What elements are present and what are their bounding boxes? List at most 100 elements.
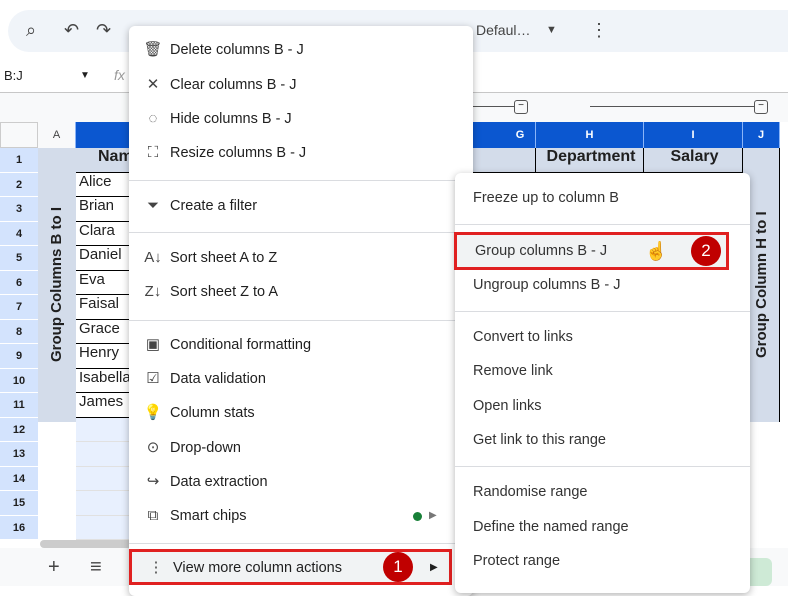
menu-item-label: Smart chips [170,508,247,524]
column-header-i[interactable]: I [644,122,743,148]
menu-item-delete-columns-b-j[interactable]: 🗑 Delete columns B - J [129,34,473,66]
column-header-g[interactable]: G [505,122,536,148]
row-header[interactable]: 1 [0,148,38,173]
menu-divider [129,180,473,181]
menu-item-drop-down[interactable]: ⊙ Drop-down [129,432,473,464]
all-sheets-button[interactable]: ≡ [90,556,102,579]
menu-item-smart-chips[interactable]: ⧉ Smart chips ▶ [129,500,473,532]
submenu-item-define-the-named-range[interactable]: Define the named range [455,511,750,543]
row-header[interactable]: 12 [0,417,38,442]
menu-item-column-stats[interactable]: 💡 Column stats [129,397,473,429]
collapse-group-button[interactable]: − [754,100,768,114]
row-header[interactable]: 8 [0,319,38,344]
menu-icon: ⊙ [146,439,160,456]
menu-item-sort-sheet-z-to-a[interactable]: Z↓ Sort sheet Z to A [129,276,473,308]
menu-item-label: View more column actions [173,560,342,576]
submenu-item-group-columns-b-j[interactable]: Group columns B - J ☝ 2 [454,232,729,270]
select-all-corner[interactable] [0,122,38,148]
menu-item-resize-columns-b-j[interactable]: ⛶ Resize columns B - J [129,137,473,169]
menu-icon: 🗑 [143,41,163,58]
row-header[interactable]: 11 [0,393,38,418]
menu-item-data-extraction[interactable]: ↪ Data extraction [129,466,473,498]
zoom-select[interactable]: Defaul… [476,22,530,38]
redo-icon[interactable]: ↷ [96,20,111,41]
row-header[interactable]: 6 [0,270,38,295]
row-header[interactable]: 2 [0,172,38,197]
menu-item-view-more-column-actions[interactable]: ⋮ View more column actions 1 ▶ [129,549,452,585]
cell[interactable] [505,148,536,173]
menu-item-label: Data validation [170,371,266,387]
menu-icon: ↪ [146,473,160,490]
search-icon[interactable]: ⌕ [26,20,36,41]
menu-icon: A↓ [144,249,162,266]
menu-item-label: Drop-down [170,440,241,456]
step-badge: 1 [383,552,413,582]
menu-item-label: Define the named range [473,519,629,535]
row-header[interactable]: 4 [0,221,38,246]
menu-item-label: Hide columns B - J [170,111,292,127]
menu-item-label: Convert to links [473,329,573,345]
submenu-item-protect-range[interactable]: Protect range [455,545,750,577]
row-header[interactable]: 10 [0,368,38,393]
menu-item-data-validation[interactable]: ☑ Data validation [129,363,473,395]
menu-item-label: Randomise range [473,484,588,500]
chevron-down-icon: ▼ [80,70,90,81]
menu-item-label: Freeze up to column B [473,190,619,206]
menu-divider [455,311,750,312]
menu-item-label: Data extraction [170,474,268,490]
menu-item-label: Remove link [473,363,553,379]
column-header-j[interactable]: J [743,122,780,148]
group-label-left: Group Columns B to I [38,148,76,422]
menu-item-label: Clear columns B - J [170,77,297,93]
menu-item-create-a-filter[interactable]: ⏷ Create a filter [129,190,473,222]
menu-item-hide-columns-b-j[interactable]: ◌ Hide columns B - J [129,103,473,135]
cell[interactable]: Salary [644,148,743,173]
menu-item-label: Group columns B - J [475,243,608,259]
row-header[interactable]: 3 [0,197,38,222]
status-dot [413,512,422,521]
fx-icon: fx [114,67,125,83]
menu-item-label: Conditional formatting [170,337,312,353]
row-header[interactable]: 14 [0,466,38,491]
row-header[interactable]: 15 [0,491,38,516]
submenu-item-remove-link[interactable]: Remove link [455,355,750,387]
add-sheet-button[interactable]: + [48,556,60,579]
menu-item-conditional-formatting[interactable]: ▣ Conditional formatting [129,329,473,361]
submenu-item-convert-to-links[interactable]: Convert to links [455,321,750,353]
chevron-right-icon: ▶ [429,510,437,521]
row-header[interactable]: 9 [0,344,38,369]
undo-icon[interactable]: ↶ [64,20,79,41]
menu-item-clear-columns-b-j[interactable]: ✕ Clear columns B - J [129,69,473,101]
submenu-item-freeze-up-to-column-b[interactable]: Freeze up to column B [455,182,750,214]
submenu-item-open-links[interactable]: Open links [455,390,750,422]
hand-cursor-icon: ☝ [645,241,668,261]
submenu-item-get-link-to-this-range[interactable]: Get link to this range [455,424,750,456]
row-header[interactable]: 5 [0,246,38,271]
menu-divider [129,232,473,233]
collapse-group-button[interactable]: − [514,100,528,114]
submenu-item-randomise-range[interactable]: Randomise range [455,476,750,508]
menu-item-label: Sort sheet Z to A [170,284,278,300]
menu-icon: Z↓ [144,283,162,300]
menu-divider [129,320,473,321]
name-box[interactable]: B:J ▼ [0,62,100,90]
column-actions-submenu: Freeze up to column B Group columns B - J… [454,173,750,593]
menu-icon: ▣ [145,336,161,353]
chevron-right-icon: ▶ [430,562,438,573]
step-badge: 2 [691,236,721,266]
row-header[interactable]: 13 [0,442,38,467]
menu-item-sort-sheet-a-to-z[interactable]: A↓ Sort sheet A to Z [129,242,473,274]
row-header[interactable]: 7 [0,295,38,320]
menu-item-label: Ungroup columns B - J [473,277,621,293]
name-box-value: B:J [4,68,23,83]
cell[interactable]: Department [536,148,644,173]
menu-icon: ⛶ [147,144,159,161]
chevron-down-icon[interactable]: ▼ [546,24,557,36]
menu-icon: ⏷ [146,197,159,214]
horizontal-scrollbar[interactable] [40,540,140,548]
column-header-a[interactable]: A [38,122,76,148]
column-header-h[interactable]: H [536,122,644,148]
row-header[interactable]: 16 [0,515,38,540]
submenu-item-ungroup-columns-b-j[interactable]: Ungroup columns B - J [455,269,750,301]
more-icon[interactable]: ⋮ [590,20,608,41]
